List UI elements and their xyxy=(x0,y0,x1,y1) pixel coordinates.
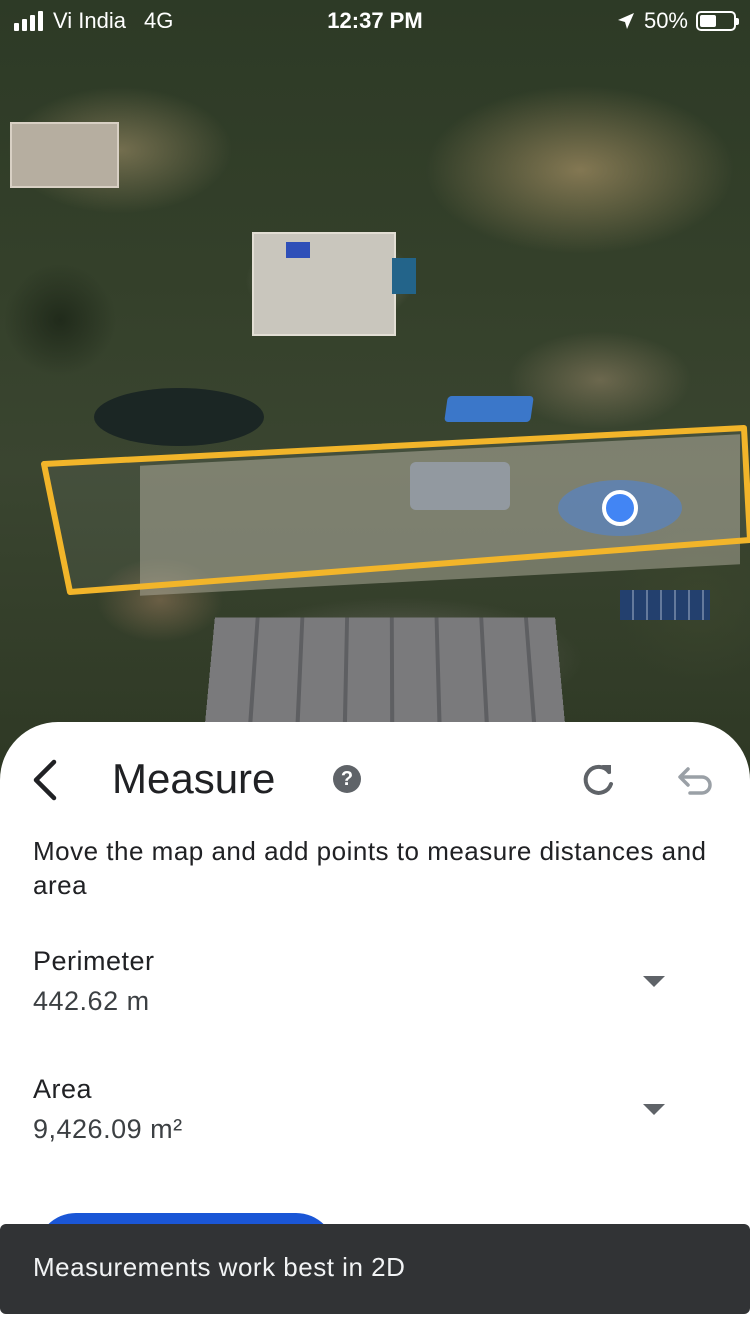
back-button[interactable] xyxy=(24,752,68,808)
battery-icon xyxy=(696,11,739,31)
battery-percent: 50% xyxy=(643,8,688,33)
perimeter-row[interactable]: Perimeter 442.62 m xyxy=(0,946,750,1046)
snackbar: Measurements work best in 2D xyxy=(0,1224,750,1314)
reset-button[interactable] xyxy=(578,760,618,800)
page-title: Measure xyxy=(112,755,276,802)
refresh-icon xyxy=(583,764,613,795)
measurement-overlay xyxy=(41,425,750,595)
area-value: 9,426.09 m² xyxy=(33,1114,183,1144)
battery-level xyxy=(700,15,716,27)
status-bar: Vi India 4G 12:37 PM 50% xyxy=(0,0,750,40)
screen: Vi India 4G 12:37 PM 50% Measure ? Move … xyxy=(0,0,750,1334)
chevron-left-icon xyxy=(33,759,57,801)
caret-down-icon[interactable] xyxy=(643,1104,665,1115)
help-icon[interactable]: ? xyxy=(333,765,361,793)
perimeter-value: 442.62 m xyxy=(33,986,150,1016)
snackbar-message: Measurements work best in 2D xyxy=(33,1252,406,1282)
current-location-dot[interactable] xyxy=(602,490,638,526)
status-right: 50% xyxy=(616,8,739,34)
area-row[interactable]: Area 9,426.09 m² xyxy=(0,1074,750,1174)
instructions-text: Move the map and add points to measure d… xyxy=(33,836,707,900)
sheet-header: Measure ? xyxy=(0,722,750,832)
undo-button[interactable] xyxy=(674,760,714,800)
location-arrow-icon xyxy=(617,13,634,29)
satellite-map[interactable] xyxy=(0,0,750,780)
area-label: Area xyxy=(33,1074,93,1104)
perimeter-label: Perimeter xyxy=(33,946,155,976)
undo-icon xyxy=(678,767,712,795)
caret-down-icon[interactable] xyxy=(643,976,665,987)
